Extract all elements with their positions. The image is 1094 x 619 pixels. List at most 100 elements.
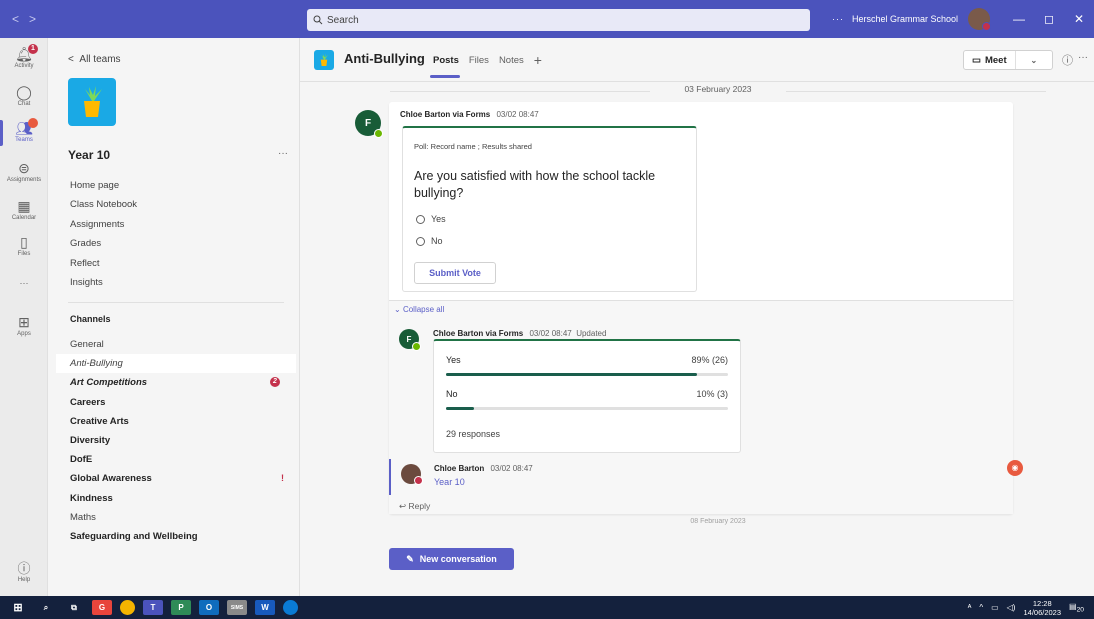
reply-button[interactable]: ↩ Reply bbox=[399, 501, 430, 512]
reply-author: Chloe Barton via Forms bbox=[433, 329, 524, 338]
channel-art-competitions[interactable]: Art Competitions 2 bbox=[56, 373, 296, 392]
close-button[interactable]: ✕ bbox=[1064, 12, 1094, 26]
result-row-no: No 10% (3) bbox=[446, 389, 728, 410]
channel-general[interactable]: General bbox=[56, 335, 296, 354]
back-arrow-icon[interactable]: < bbox=[12, 12, 19, 26]
rail-item-help[interactable]: ⓘ Help bbox=[0, 558, 48, 583]
help-icon: ⓘ bbox=[17, 561, 31, 576]
teams-taskbar-icon[interactable]: T bbox=[143, 600, 163, 615]
channel-careers[interactable]: Careers bbox=[56, 393, 296, 412]
channels-heading[interactable]: Channels bbox=[70, 314, 111, 324]
all-teams-link[interactable]: < All teams bbox=[68, 54, 121, 65]
windows-taskbar: ⊞ ⌕ ⧉ G T P O SIMS W ᴬ ^ ▭ ◁) 12:28 14/0… bbox=[0, 596, 1094, 619]
reaction-icon[interactable]: ◉ bbox=[1007, 460, 1023, 476]
clock-time: 12:28 bbox=[1032, 598, 1052, 608]
outlook-icon[interactable]: O bbox=[199, 600, 219, 615]
planner-icon[interactable]: P bbox=[171, 600, 191, 615]
rail-item-chat[interactable]: ◯ Chat bbox=[0, 84, 48, 107]
meet-main[interactable]: ▭ Meet bbox=[964, 51, 1016, 69]
sims-icon[interactable]: SIMS bbox=[227, 600, 247, 615]
calendar-icon: ▦ bbox=[17, 198, 31, 214]
add-tab-button[interactable]: + bbox=[534, 53, 542, 67]
task-view-icon[interactable]: ⧉ bbox=[64, 600, 84, 615]
info-icon[interactable]: ⓘ bbox=[1062, 52, 1073, 68]
poll-card: Poll: Record name ; Results shared Are y… bbox=[402, 126, 697, 292]
rail-label-apps: Apps bbox=[17, 331, 31, 337]
minimize-button[interactable]: — bbox=[1004, 12, 1034, 26]
nav-insights[interactable]: Insights bbox=[70, 277, 137, 296]
plant-icon bbox=[84, 86, 102, 117]
tab-posts[interactable]: Posts bbox=[433, 55, 459, 66]
poll-option-no[interactable]: No bbox=[416, 236, 443, 246]
poll-post: Chloe Barton via Forms 03/02 08:47 Poll:… bbox=[389, 102, 1023, 514]
channel-anti-bullying[interactable]: Anti-Bullying bbox=[56, 354, 296, 374]
profile-avatar[interactable] bbox=[968, 8, 991, 31]
forms-avatar[interactable]: F bbox=[399, 329, 421, 351]
team-panel: < All teams Year 10 ··· Home page Class … bbox=[48, 38, 300, 596]
meet-label: Meet bbox=[984, 54, 1007, 66]
forms-avatar[interactable]: F bbox=[355, 110, 383, 138]
channel-dofe[interactable]: DofE bbox=[56, 450, 296, 469]
channel-diversity[interactable]: Diversity bbox=[56, 431, 296, 450]
post-meta: Chloe Barton via Forms 03/02 08:47 bbox=[400, 110, 539, 119]
poll-option-yes[interactable]: Yes bbox=[416, 214, 446, 224]
rail-item-files[interactable]: ▯ Files bbox=[0, 234, 48, 257]
chevron-down-icon[interactable]: ⌄ bbox=[1016, 56, 1052, 65]
search-icon[interactable]: ⌕ bbox=[36, 600, 56, 615]
collapse-all-link[interactable]: ⌄ Collapse all bbox=[394, 305, 444, 314]
rail-item-teams[interactable]: 👥︎ Teams bbox=[0, 118, 48, 143]
option-label: No bbox=[431, 236, 443, 246]
active-tab-indicator bbox=[430, 75, 460, 78]
team-more-button[interactable]: ··· bbox=[278, 148, 288, 159]
org-name[interactable]: Herschel Grammar School bbox=[852, 14, 958, 24]
channel-creative-arts[interactable]: Creative Arts bbox=[56, 412, 296, 431]
rail-item-activity[interactable]: 🔔︎ Activity 1 bbox=[0, 44, 48, 69]
submit-vote-button[interactable]: Submit Vote bbox=[414, 262, 496, 284]
team-nav: Home page Class Notebook Assignments Gra… bbox=[70, 180, 137, 296]
new-conversation-button[interactable]: ✎ New conversation bbox=[389, 548, 514, 570]
poll-results-card: Yes 89% (26) No 10% (3) 29 responses bbox=[433, 339, 741, 453]
forward-arrow-icon[interactable]: > bbox=[29, 12, 36, 26]
rail-item-calendar[interactable]: ▦ Calendar bbox=[0, 198, 48, 221]
nav-reflect[interactable]: Reflect bbox=[70, 258, 137, 277]
search-input[interactable]: Search bbox=[307, 9, 810, 31]
header-more-button[interactable]: ··· bbox=[1078, 52, 1088, 63]
app-g-icon[interactable]: G bbox=[92, 600, 112, 615]
word-icon[interactable]: W bbox=[255, 600, 275, 615]
all-teams-label: All teams bbox=[79, 54, 121, 65]
nav-class-notebook[interactable]: Class Notebook bbox=[70, 199, 137, 218]
notifications-icon[interactable]: ▤20 bbox=[1069, 602, 1084, 614]
nav-assignments[interactable]: Assignments bbox=[70, 219, 137, 238]
rail-label-calendar: Calendar bbox=[11, 215, 37, 221]
person-icon[interactable]: ᴬ bbox=[968, 603, 972, 612]
rail-item-assignments[interactable]: ⊜ Assignments bbox=[0, 160, 48, 183]
mention-tag[interactable]: Year 10 bbox=[434, 477, 465, 487]
nav-home-page[interactable]: Home page bbox=[70, 180, 137, 199]
nav-grades[interactable]: Grades bbox=[70, 238, 137, 257]
channel-safeguarding[interactable]: Safeguarding and Wellbeing bbox=[56, 527, 296, 546]
edge-icon[interactable] bbox=[283, 600, 298, 615]
updated-label: Updated bbox=[576, 329, 607, 338]
chrome-icon[interactable] bbox=[120, 600, 135, 615]
channel-kindness[interactable]: Kindness bbox=[56, 489, 296, 508]
tab-notes[interactable]: Notes bbox=[499, 55, 524, 66]
rail-more-apps[interactable]: ··· bbox=[0, 278, 48, 288]
meet-button[interactable]: ▭ Meet ⌄ bbox=[963, 50, 1053, 70]
avatar[interactable] bbox=[401, 464, 423, 485]
reply-thread: ⌄ Collapse all F Chloe Barton via Forms … bbox=[389, 300, 1013, 514]
chevron-up-icon[interactable]: ^ bbox=[979, 603, 983, 612]
settings-more-button[interactable]: ··· bbox=[832, 14, 844, 24]
result-bar bbox=[446, 407, 728, 410]
channel-global-awareness[interactable]: Global Awareness ! bbox=[56, 469, 296, 488]
rail-item-apps[interactable]: ⊞ Apps bbox=[0, 314, 48, 337]
new-conversation-label: New conversation bbox=[419, 554, 497, 564]
tab-files[interactable]: Files bbox=[469, 55, 489, 66]
maximize-button[interactable]: ◻ bbox=[1034, 12, 1064, 26]
network-icon[interactable]: ▭ bbox=[991, 603, 999, 612]
poll-question: Are you satisfied with how the school ta… bbox=[414, 169, 656, 200]
volume-icon[interactable]: ◁) bbox=[1007, 603, 1016, 612]
rail-label-chat: Chat bbox=[17, 101, 31, 107]
clock[interactable]: 12:28 14/06/2023 bbox=[1023, 599, 1061, 617]
channel-maths[interactable]: Maths bbox=[56, 508, 296, 527]
windows-start-icon[interactable]: ⊞ bbox=[8, 600, 28, 615]
